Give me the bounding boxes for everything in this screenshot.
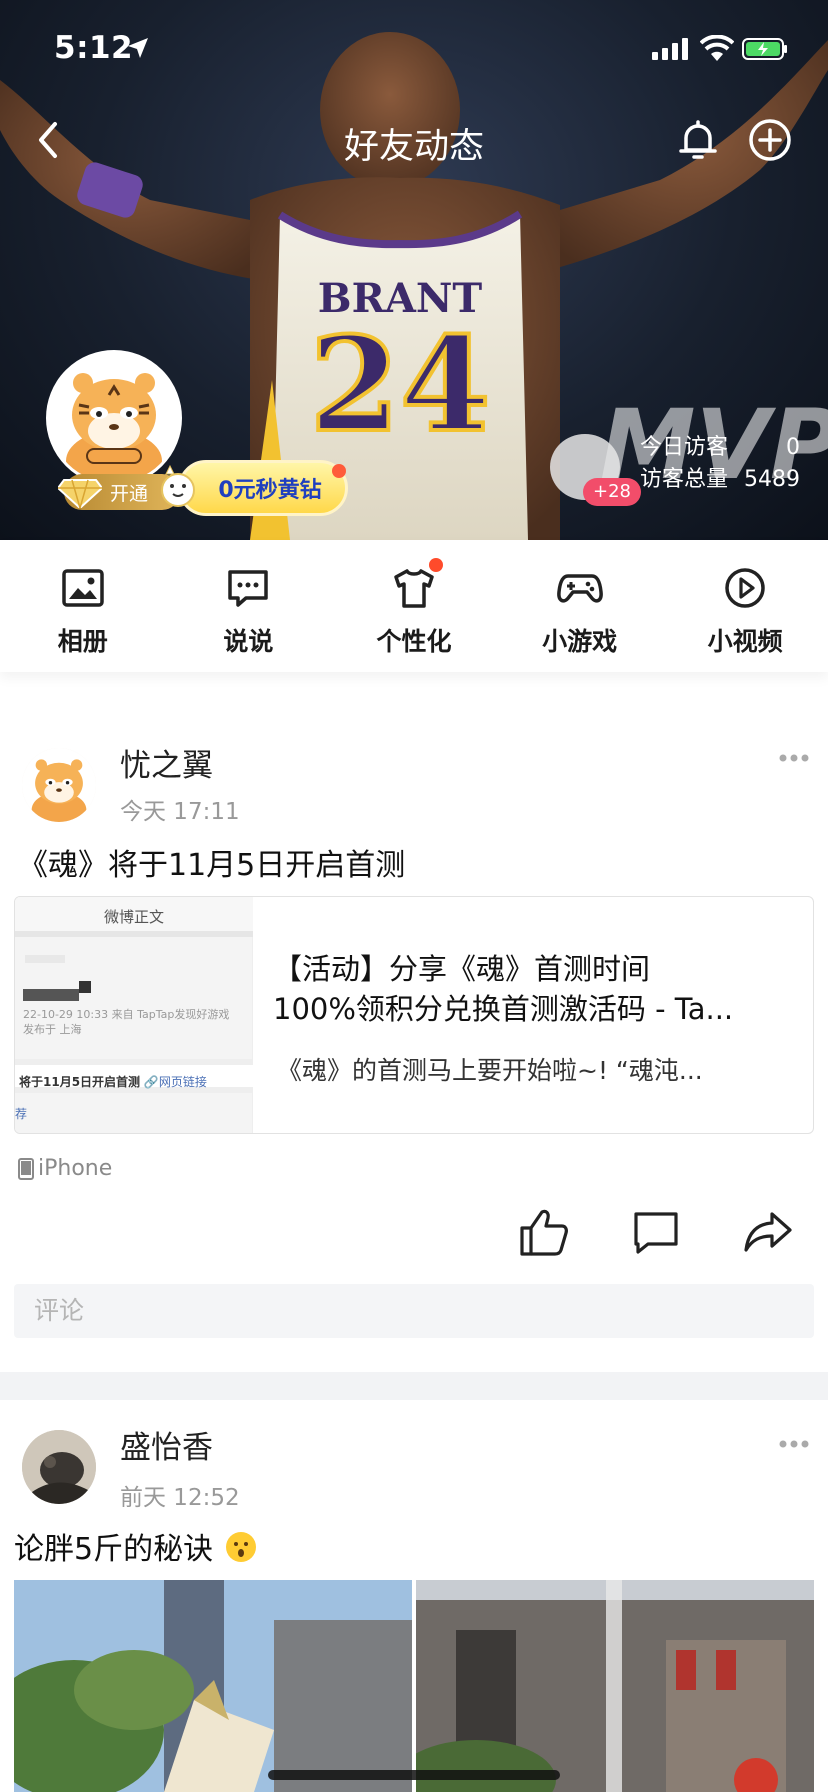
post-author-name[interactable]: 忧之翼 (120, 740, 213, 785)
more-options-icon[interactable] (778, 1438, 810, 1450)
thumbnail-header: 微博正文 (15, 897, 253, 937)
status-bar: 5:12 (0, 0, 828, 96)
feature-bar: 相册 说说 个性化 小游戏 小视频 (0, 540, 828, 672)
feed-divider (0, 1372, 828, 1400)
feature-album-label: 相册 (57, 627, 108, 656)
tshirt-icon (394, 569, 434, 608)
location-arrow-icon (128, 38, 148, 58)
shared-link-title: 【活动】分享《魂》首测时间 (273, 952, 651, 986)
post-photo[interactable] (415, 1580, 815, 1792)
wifi-icon (700, 35, 734, 61)
feature-shortvideo[interactable]: 小视频 (662, 540, 828, 672)
feature-moments[interactable]: 说说 (166, 540, 332, 672)
shared-link-description: 《魂》的首测马上要开始啦~! “魂沌... (277, 1056, 703, 1085)
more-options-icon[interactable] (778, 752, 810, 764)
thumbnail-text-bar: 将于11月5日开启首测 🔗网页链接 (15, 1059, 253, 1093)
post-text-content: 论胖5斤的秘诀 (14, 1532, 214, 1567)
visitor-stats[interactable]: 今日访客 0 访客总量 5489 (640, 432, 800, 496)
notifications-button[interactable] (674, 116, 722, 164)
shared-link-thumbnail: 微博正文 22-10-29 10:33 来自 TapTap发现好游戏 发布于 上… (15, 897, 253, 1133)
play-circle-icon (725, 568, 765, 608)
new-visitors-badge: +28 (583, 478, 641, 506)
home-indicator[interactable] (268, 1770, 560, 1780)
thumbnail-block (79, 981, 91, 993)
visitor-total-label: 访客总量 (640, 467, 729, 492)
battery-icon (742, 38, 787, 60)
feature-personalize-label: 个性化 (376, 627, 452, 656)
nav-bar: 好友动态 (0, 100, 828, 180)
visitor-total-value: 5489 (744, 467, 800, 492)
app-screen: BRANT 24 MVP 5:12 好友动态 开通 0元秒黄钻 +28 今日访客… (0, 0, 828, 1792)
feature-personalize[interactable]: 个性化 (331, 540, 497, 672)
promo-notification-dot (332, 464, 346, 478)
visitor-today-value: 0 (786, 435, 800, 460)
chevron-left-icon (39, 122, 57, 158)
visitor-today-row: 今日访客 0 (640, 432, 800, 464)
post-photo[interactable] (14, 1580, 413, 1792)
promo-badge[interactable]: 0元秒黄钻 (178, 460, 348, 516)
thumbnail-line (25, 955, 65, 963)
post-author-avatar[interactable] (22, 1430, 96, 1504)
thumbnail-bar-text: 将于11月5日开启首测 (19, 1075, 141, 1089)
tiger-avatar-image (22, 748, 96, 822)
thumbnail-username-block (23, 989, 79, 1001)
photo-album-icon (62, 569, 104, 607)
diamond-icon (58, 479, 102, 508)
feature-minigames[interactable]: 小游戏 (497, 540, 663, 672)
post-device: iPhone (18, 1156, 112, 1181)
post-photo-grid (14, 1580, 814, 1792)
post-timestamp: 今天 17:11 (120, 799, 240, 825)
thumbnail-meta-line2: 发布于 上海 (23, 1023, 82, 1036)
back-button[interactable] (24, 114, 72, 166)
comment-input[interactable]: 评论 (14, 1284, 814, 1338)
bell-icon (679, 120, 717, 159)
feature-album[interactable]: 相册 (0, 540, 166, 672)
post-timestamp: 前天 12:52 (120, 1485, 240, 1511)
personalize-notification-dot (429, 558, 444, 572)
street-photo-image (14, 1580, 412, 1792)
mascot-icon (161, 464, 195, 507)
thumbnail-footer: 荐 (15, 1107, 28, 1121)
shared-link-card[interactable]: 微博正文 22-10-29 10:33 来自 TapTap发现好游戏 发布于 上… (14, 896, 814, 1134)
feature-shortvideo-label: 小视频 (707, 627, 783, 656)
comment-icon[interactable] (632, 1208, 680, 1256)
message-bubble-icon (228, 570, 269, 607)
visitor-today-label: 今日访客 (640, 435, 729, 460)
feature-minigames-label: 小游戏 (542, 627, 618, 656)
shocked-face-emoji-icon (225, 1532, 256, 1562)
post-text: 《魂》将于11月5日开启首测 (18, 848, 406, 883)
thumbnail-meta: 22-10-29 10:33 来自 TapTap发现好游戏 发布于 上海 (23, 1007, 229, 1037)
post-text: 论胖5斤的秘诀 (14, 1524, 257, 1568)
clock: 5:12 (54, 30, 134, 66)
promo-label: 0元秒黄钻 (218, 478, 322, 503)
user-photo-avatar (22, 1430, 96, 1504)
vip-open-label: 开通 (110, 482, 149, 505)
thumbnail-link-label: 网页链接 (158, 1075, 207, 1089)
visitor-total-row: 访客总量 5489 (640, 464, 800, 496)
post-author-avatar[interactable] (22, 748, 96, 822)
svg-text:24: 24 (310, 308, 491, 461)
device-label: iPhone (38, 1156, 113, 1181)
cell-signal-icon (652, 38, 688, 60)
thumbnail-link-text: 🔗网页链接 (143, 1075, 207, 1089)
cover-banner[interactable]: BRANT 24 MVP 5:12 好友动态 开通 0元秒黄钻 +28 今日访客… (0, 0, 828, 540)
share-arrow-icon[interactable] (742, 1206, 794, 1258)
thumbnail-meta-line1: 22-10-29 10:33 来自 TapTap发现好游戏 (23, 1008, 230, 1021)
thumbs-up-icon[interactable] (518, 1206, 570, 1258)
post-actions (0, 1206, 828, 1266)
phone-icon (18, 1157, 34, 1180)
post-author-name[interactable]: 盛怡香 (120, 1422, 213, 1467)
plus-circle-icon (749, 119, 791, 161)
shared-link-title-line2: 100%领积分兑换首测激活码 - Ta... (273, 992, 734, 1026)
gamepad-icon (556, 574, 603, 603)
building-photo-image (415, 1580, 814, 1792)
add-post-button[interactable] (746, 116, 794, 164)
feature-moments-label: 说说 (223, 627, 274, 656)
